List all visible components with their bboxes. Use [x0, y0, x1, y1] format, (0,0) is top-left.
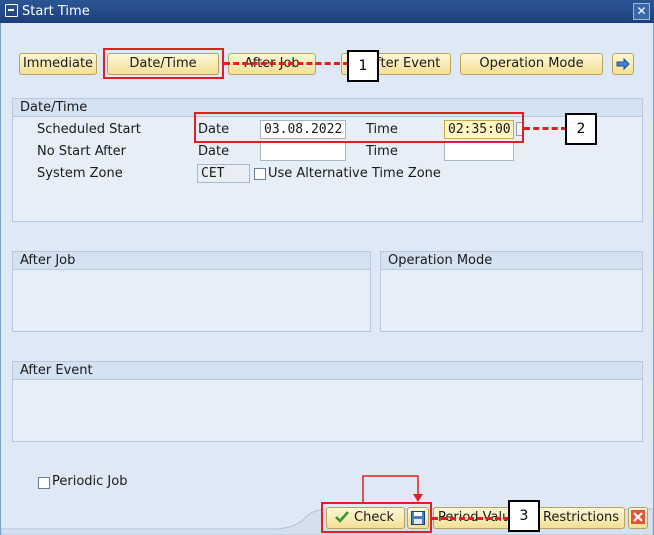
cancel-icon	[631, 510, 645, 528]
date-time-button[interactable]: Date/Time	[107, 53, 219, 75]
callout-1-leader	[224, 62, 349, 65]
periodic-job-checkbox[interactable]	[38, 477, 50, 489]
more-options-button[interactable]	[612, 53, 634, 75]
no-start-time-label: Time	[366, 144, 398, 159]
save-icon	[411, 511, 425, 529]
system-zone-field: CET	[197, 164, 250, 183]
after-job-group: After Job	[12, 251, 371, 332]
save-button[interactable]	[407, 507, 429, 529]
dialog-body: Immediate Date/Time After Job After Even…	[0, 23, 654, 535]
periodic-job-label: Periodic Job	[52, 474, 128, 489]
operation-mode-group-title: Operation Mode	[381, 252, 642, 270]
scheduled-date-label: Date	[198, 122, 230, 137]
title-bar: Start Time ✕	[0, 0, 654, 23]
after-job-group-title: After Job	[13, 252, 370, 270]
date-time-group-title: Date/Time	[13, 99, 642, 117]
scheduled-time-input[interactable]: 02:35:00	[444, 120, 514, 139]
value-help-icon[interactable]	[516, 122, 523, 136]
scheduled-date-input[interactable]: 03.08.2022	[260, 120, 346, 139]
callout-1: 1	[347, 50, 379, 82]
window-title: Start Time	[22, 4, 90, 19]
callout-2-leader	[524, 127, 567, 130]
alt-time-zone-label: Use Alternative Time Zone	[268, 166, 441, 181]
restrictions-button[interactable]: Restrictions	[537, 507, 625, 529]
no-start-date-input[interactable]	[260, 142, 346, 161]
callout-3-arrow	[362, 475, 423, 503]
after-event-group: After Event	[12, 361, 643, 442]
after-event-group-title: After Event	[13, 362, 642, 380]
scheduled-start-label: Scheduled Start	[37, 122, 141, 137]
alt-time-zone-checkbox[interactable]	[254, 168, 266, 180]
check-button-label: Check	[354, 510, 394, 525]
cancel-button[interactable]	[628, 507, 648, 529]
checkmark-icon	[335, 510, 349, 528]
no-start-date-label: Date	[198, 144, 230, 159]
no-start-after-label: No Start After	[37, 144, 126, 159]
callout-3-leader	[432, 517, 510, 520]
operation-mode-group: Operation Mode	[380, 251, 643, 332]
immediate-button[interactable]: Immediate	[19, 53, 97, 75]
arrow-right-icon	[616, 57, 630, 71]
scheduled-time-label: Time	[366, 122, 398, 137]
close-icon[interactable]: ✕	[633, 3, 650, 20]
window-icon	[5, 4, 18, 17]
operation-mode-button[interactable]: Operation Mode	[460, 53, 603, 75]
check-button[interactable]: Check	[326, 507, 405, 529]
system-zone-label: System Zone	[37, 166, 123, 181]
callout-3: 3	[508, 500, 540, 532]
callout-2: 2	[565, 113, 597, 145]
no-start-time-input[interactable]	[444, 142, 514, 161]
